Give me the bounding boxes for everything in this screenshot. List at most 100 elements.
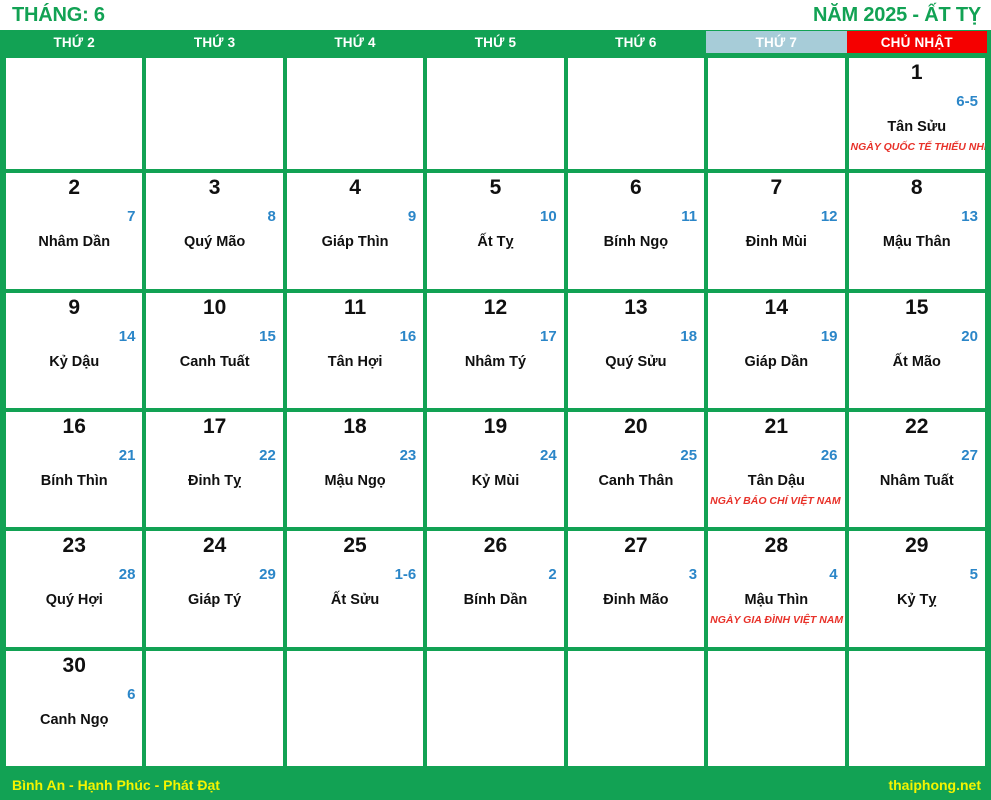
solar-date: 28	[764, 534, 788, 558]
solar-date: 29	[905, 534, 929, 558]
solar-date: 27	[624, 534, 648, 558]
day-cell[interactable]: 26 2 Bính Dần	[427, 531, 564, 647]
lunar-date: 14	[118, 327, 136, 345]
can-chi-label: Mậu Ngọ	[324, 472, 386, 489]
weekday-label: THỨ 2	[53, 34, 95, 50]
solar-date: 8	[910, 176, 923, 200]
can-chi-label: Ất Mão	[892, 353, 941, 370]
can-chi-label: Bính Ngọ	[603, 234, 669, 251]
solar-date: 14	[764, 295, 788, 319]
solar-date: 26	[483, 534, 508, 558]
can-chi-label: Kỷ Dậu	[49, 353, 100, 370]
solar-date: 20	[624, 414, 648, 438]
can-chi-label: Đinh Mùi	[745, 234, 807, 251]
can-chi-label: Canh Tuất	[179, 353, 250, 370]
day-cell[interactable]: 19 24 Kỷ Mùi	[427, 411, 564, 528]
day-cell-empty	[286, 650, 424, 766]
calendar-title-bar: THÁNG: 6 NĂM 2025 - ẤT TỴ	[0, 0, 991, 30]
can-chi-label: Tân Dậu	[747, 472, 805, 489]
week-row: 9 14 Kỷ Dậu 10 15 Canh Tuất 11 16 Tân Hợi 12 17 Nhâ…	[4, 292, 987, 412]
solar-date: 25	[343, 534, 367, 558]
weekday-header-row: THỨ 2 THỨ 3 THỨ 4 THỨ 5 THỨ 6 THỨ 7 CHỦ NHẬT	[0, 30, 991, 54]
calendar-grid: 1 6-5 Tân Sửu NGÀY QUỐC TẾ THIẾU NHI 2 7 Nhâm …	[0, 54, 991, 770]
day-cell[interactable]: 24 29 Giáp Tý	[146, 531, 283, 647]
day-cell[interactable]: 11 16 Tân Hợi	[286, 292, 424, 408]
solar-date: 15	[905, 295, 929, 319]
lunar-date: 21	[118, 446, 136, 464]
day-cell[interactable]: 17 22 Đinh Tỵ	[146, 411, 283, 528]
lunar-date: 5	[969, 566, 978, 584]
solar-date: 24	[202, 534, 227, 558]
solar-date: 4	[349, 176, 361, 200]
day-cell[interactable]: 3 8 Quý Mão	[146, 173, 283, 289]
lunar-date: 10	[540, 208, 557, 226]
day-cell[interactable]: 1 6-5 Tân Sửu NGÀY QUỐC TẾ THIẾU NHI	[848, 58, 985, 170]
day-cell[interactable]: 23 28 Quý Hợi	[6, 531, 143, 647]
day-cell[interactable]: 21 26 Tân Dậu NGÀY BÁO CHÍ VIỆT NAM	[708, 411, 845, 528]
lunar-date: 25	[680, 446, 698, 464]
can-chi-label: Mậu Thân	[882, 234, 951, 251]
day-cell[interactable]: 20 25 Canh Thân	[567, 411, 705, 528]
lunar-date: 9	[407, 208, 417, 226]
day-cell-empty	[567, 650, 705, 766]
day-cell[interactable]: 7 12 Đinh Mùi	[708, 173, 845, 289]
weekday-label: THỨ 7	[755, 34, 798, 50]
day-cell[interactable]: 2 7 Nhâm Dần	[6, 173, 143, 289]
can-chi-label: Kỷ Mùi	[471, 472, 520, 489]
day-cell[interactable]: 8 13 Mậu Thân	[848, 173, 985, 289]
lunar-date: 6	[127, 685, 136, 703]
day-cell[interactable]: 4 9 Giáp Thìn	[286, 173, 424, 289]
can-chi-label: Bính Thìn	[40, 472, 108, 489]
solar-date: 7	[770, 176, 783, 200]
day-cell[interactable]: 15 20 Ất Mão	[848, 292, 985, 408]
lunar-date: 12	[820, 208, 838, 226]
can-chi-label: Kỷ Tỵ	[896, 592, 937, 609]
lunar-date: 17	[540, 327, 557, 345]
day-cell[interactable]: 18 23 Mậu Ngọ	[286, 411, 424, 528]
day-cell[interactable]: 30 6 Canh Ngọ	[6, 650, 143, 766]
solar-date: 18	[343, 414, 367, 438]
lunar-date: 11	[681, 208, 698, 226]
day-cell[interactable]: 16 21 Bính Thìn	[6, 411, 143, 528]
footer-site-link[interactable]: thaiphong.net	[888, 777, 981, 793]
day-cell-empty	[708, 650, 845, 766]
lunar-date: 1-6	[394, 566, 417, 584]
day-cell[interactable]: 10 15 Canh Tuất	[146, 292, 283, 408]
day-cell[interactable]: 28 4 Mậu Thìn NGÀY GIA ĐÌNH VIỆT NAM	[708, 531, 845, 647]
solar-date: 23	[62, 534, 86, 558]
can-chi-label: Đinh Tỵ	[188, 472, 242, 489]
can-chi-label: Canh Ngọ	[39, 711, 109, 728]
day-cell[interactable]: 22 27 Nhâm Tuất	[848, 411, 985, 528]
weekday-label: THỨ 5	[474, 34, 517, 50]
weekday-header-6: THỨ 7	[706, 31, 847, 53]
day-cell[interactable]: 5 10 Ất Tỵ	[427, 173, 564, 289]
lunar-date: 19	[820, 327, 838, 345]
calendar-footer-bar: Bình An - Hạnh Phúc - Phát Đạt thaiphong…	[0, 770, 991, 800]
solar-date: 6	[630, 176, 642, 200]
day-cell[interactable]: 29 5 Kỷ Tỵ	[848, 531, 985, 647]
can-chi-label: Ất Sửu	[330, 592, 380, 609]
solar-date: 13	[624, 295, 648, 319]
day-cell[interactable]: 25 1-6 Ất Sửu	[286, 531, 424, 647]
day-cell[interactable]: 12 17 Nhâm Tý	[427, 292, 564, 408]
day-cell[interactable]: 27 3 Đinh Mão	[567, 531, 705, 647]
lunar-date: 28	[118, 566, 136, 584]
weekday-label: CHỦ NHẬT	[880, 34, 953, 50]
weekday-label: THỨ 6	[615, 34, 657, 50]
day-cell[interactable]: 6 11 Bính Ngọ	[567, 173, 705, 289]
weekday-header-5: THỨ 6	[566, 31, 706, 53]
day-cell-empty	[146, 58, 283, 170]
weekday-header-1: THỨ 2	[4, 31, 144, 53]
can-chi-label: Quý Hợi	[45, 592, 103, 609]
can-chi-label: Mậu Thìn	[744, 592, 809, 609]
day-cell[interactable]: 9 14 Kỷ Dậu	[6, 292, 143, 408]
weekday-header-4: THỨ 5	[425, 31, 565, 53]
day-cell[interactable]: 14 19 Giáp Dần	[708, 292, 845, 408]
day-cell-empty	[146, 650, 283, 766]
can-chi-label: Giáp Tý	[188, 592, 242, 609]
weekday-label: THỨ 4	[334, 34, 376, 50]
can-chi-label: Nhâm Dần	[38, 234, 111, 251]
lunar-date: 2	[548, 566, 557, 584]
lunar-date: 13	[961, 208, 978, 226]
day-cell[interactable]: 13 18 Quý Sửu	[567, 292, 705, 408]
